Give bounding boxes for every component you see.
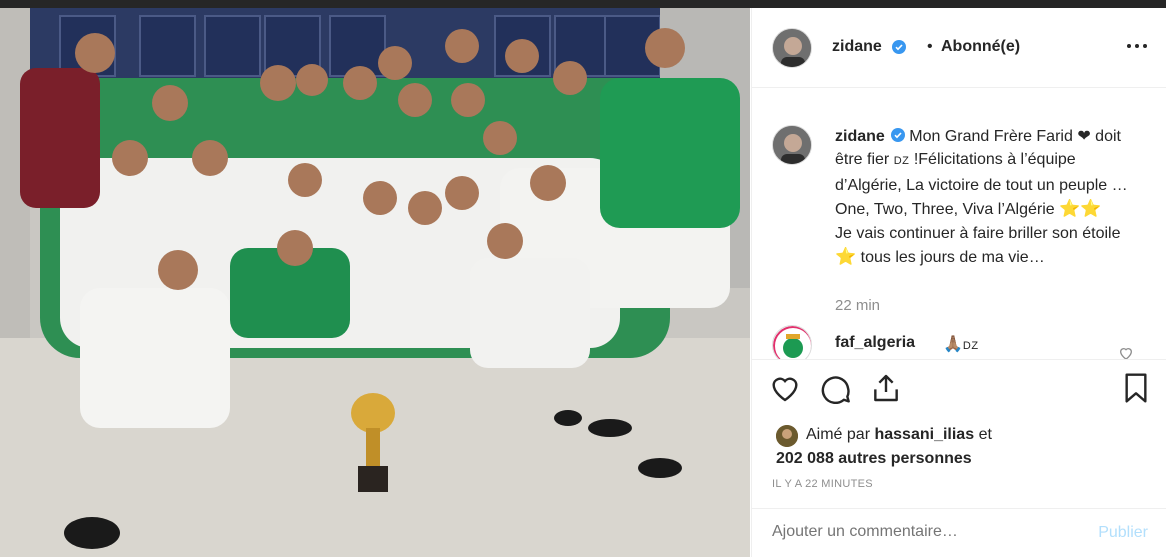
commenter-avatar[interactable]	[772, 325, 812, 359]
caption-part-1: Mon Grand Frère Farid	[909, 128, 1073, 145]
commenter-username[interactable]: faf_algeria	[835, 334, 915, 352]
author-username[interactable]: zidane	[832, 38, 882, 56]
comment-flag-dz: DZ	[962, 340, 979, 352]
liked-by-line: Aimé par hassani_ilias et	[806, 423, 992, 446]
comments-section: zidane Mon Grand Frère Farid ❤ doit être…	[752, 89, 1166, 359]
comment-input[interactable]	[772, 523, 1072, 541]
verified-badge-icon	[892, 40, 906, 54]
post-side-panel: zidane • Abonné(e) zidane Mon Grand Frèr…	[751, 8, 1166, 557]
liker-avatar[interactable]	[776, 425, 798, 447]
liker-username[interactable]: hassani_ilias	[874, 426, 974, 443]
caption-part-4: Je vais continuer à faire briller son ét…	[835, 224, 1121, 242]
more-options-icon[interactable]	[1126, 38, 1148, 54]
verified-badge-icon	[890, 128, 905, 142]
caption-part-5: tous les jours de ma vie…	[860, 249, 1045, 267]
following-button[interactable]: Abonné(e)	[941, 38, 1020, 56]
star-emoji: ⭐	[835, 247, 857, 267]
post-timestamp[interactable]: IL Y A 22 MINUTES	[772, 478, 873, 490]
liked-by-conj: et	[978, 426, 992, 443]
caption-time[interactable]: 22 min	[835, 297, 880, 314]
comment-like-icon[interactable]	[1118, 345, 1134, 359]
share-icon[interactable]	[870, 372, 902, 404]
flag-dz: DZ	[893, 155, 910, 168]
add-comment-bar: Publier	[752, 508, 1166, 557]
comment-text: 🙏🏽DZ	[943, 334, 979, 354]
bookmark-icon[interactable]	[1120, 372, 1152, 404]
pray-emoji: 🙏🏽	[943, 336, 963, 353]
top-strip	[0, 0, 1166, 8]
black-heart-emoji: ❤	[1077, 128, 1091, 145]
header-separator: •	[927, 38, 933, 55]
caption-username[interactable]: zidane	[835, 128, 885, 145]
post-header: zidane • Abonné(e)	[752, 8, 1166, 88]
caption-text: zidane Mon Grand Frère Farid ❤ doit être…	[835, 125, 1145, 269]
post-photo[interactable]	[0, 8, 750, 557]
author-avatar[interactable]	[772, 28, 812, 68]
likes-count[interactable]: 202 088 autres personnes	[776, 447, 972, 470]
comment-icon[interactable]	[820, 372, 852, 404]
star-emojis: ⭐⭐	[1059, 199, 1102, 219]
heart-icon[interactable]	[769, 372, 801, 404]
liked-by-prefix: Aimé par	[806, 426, 871, 443]
publish-button[interactable]: Publier	[1098, 524, 1148, 542]
caption-avatar[interactable]	[772, 125, 812, 165]
